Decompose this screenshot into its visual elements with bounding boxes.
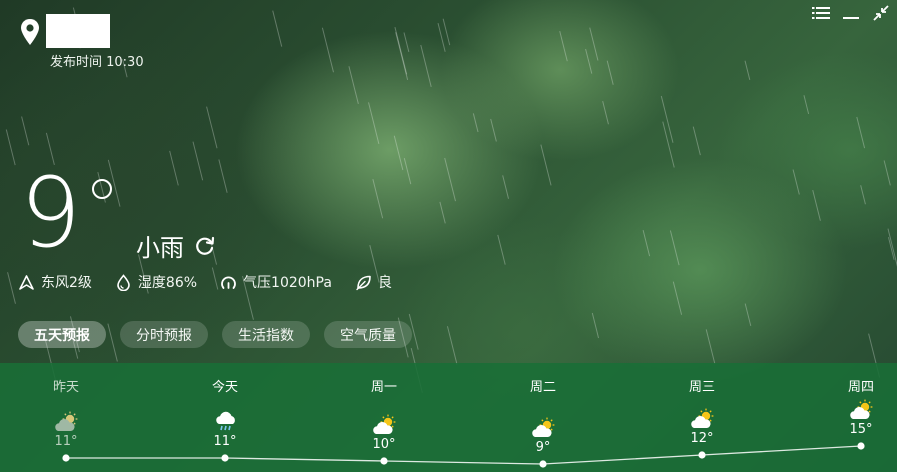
current-condition: 小雨	[136, 228, 216, 263]
forecast-day-name: 周四	[847, 380, 874, 395]
humidity-drop-icon	[117, 273, 130, 291]
minimize-icon[interactable]	[841, 4, 861, 22]
partly-cloudy-icon	[531, 417, 557, 439]
five-day-forecast-panel: 昨天 11° 今天 11° 周一 10° 周二 9° 周三 12° 周四 15°	[0, 363, 897, 472]
air-quality-text: 良	[377, 275, 392, 291]
weather-details: 东风2级 湿度86% 气压1020hPa 良	[18, 272, 415, 292]
pressure-detail: 气压1020hPa	[220, 272, 332, 292]
tab-air-quality[interactable]: 空气质量	[324, 321, 412, 348]
pressure-text: 气压1020hPa	[243, 275, 332, 291]
air-quality-detail: 良	[355, 272, 392, 292]
wind-detail: 东风2级	[18, 272, 92, 292]
temperature-point	[539, 460, 547, 468]
publish-time: 发布时间 10:30	[50, 55, 144, 70]
forecast-day-name: 周一	[370, 380, 397, 395]
light-rain-icon	[213, 411, 239, 433]
partly-cloudy-icon	[372, 414, 398, 436]
wind-text: 东风2级	[41, 275, 92, 291]
condition-label: 小雨	[136, 234, 184, 262]
humidity-text: 湿度86%	[137, 275, 198, 291]
forecast-day-name: 今天	[211, 380, 238, 395]
leaf-icon	[356, 275, 371, 290]
temperature-point	[221, 454, 229, 462]
wind-direction-icon	[19, 274, 34, 290]
humidity-detail: 湿度86%	[115, 272, 197, 292]
temperature-point	[62, 454, 70, 462]
degree-symbol-icon	[92, 179, 112, 199]
menu-icon[interactable]	[811, 4, 831, 22]
temperature-point	[857, 442, 865, 450]
tab-five-day[interactable]: 五天预报	[18, 321, 106, 348]
temperature-point	[698, 451, 706, 459]
cloudy-icon	[54, 411, 80, 433]
forecast-tabs: 五天预报 分时预报 生活指数 空气质量	[18, 321, 412, 348]
refresh-icon[interactable]	[194, 235, 216, 257]
partly-cloudy-icon	[849, 399, 875, 421]
location-pin-icon[interactable]	[20, 18, 40, 46]
collapse-icon[interactable]	[871, 4, 891, 22]
window-controls	[811, 4, 891, 22]
forecast-day-temp: 11°	[54, 434, 78, 449]
pressure-gauge-icon	[221, 275, 236, 289]
forecast-day-name: 周三	[688, 380, 715, 395]
tab-hourly[interactable]: 分时预报	[120, 321, 208, 348]
forecast-day-temp: 11°	[213, 434, 237, 449]
forecast-day-temp: 12°	[690, 431, 714, 446]
forecast-day-name: 周二	[529, 380, 556, 395]
city-name-redacted[interactable]	[46, 14, 110, 48]
forecast-day-temp: 15°	[849, 422, 873, 437]
temperature-point	[380, 457, 388, 465]
forecast-day-name: 昨天	[52, 380, 79, 395]
forecast-day-temp: 10°	[372, 437, 396, 452]
tab-life-index[interactable]: 生活指数	[222, 321, 310, 348]
partly-cloudy-icon	[690, 408, 716, 430]
current-temperature: 9	[20, 157, 81, 269]
temperature-curve	[62, 442, 865, 468]
forecast-day-temp: 9°	[535, 440, 551, 455]
